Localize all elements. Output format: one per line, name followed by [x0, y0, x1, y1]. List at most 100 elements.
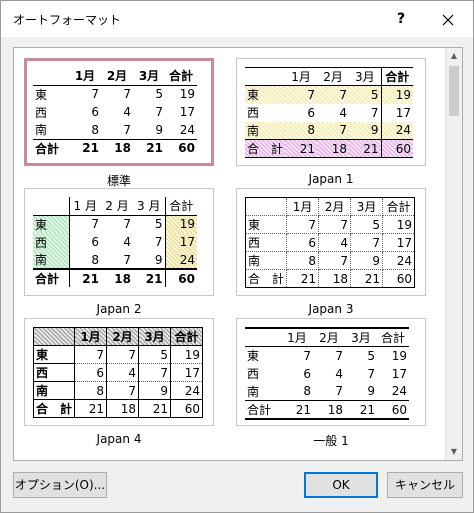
preview-row: 合計 21 18 21 60 [245, 400, 409, 420]
preview-cell: 24 [380, 121, 414, 140]
preview-cell: 南 [33, 251, 70, 269]
preview-cell: 21 [133, 268, 165, 287]
preview-cell: 18 [101, 138, 133, 157]
preview-cell: 19 [380, 85, 414, 104]
format-tile[interactable]: 1月 2月 3月 合計東 7 7 5 19 西 6 4 7 17 南 8 7 9 24 合 計 21 18 21 60 [24, 318, 214, 426]
gallery-scrollbar[interactable]: ▲ ▼ [445, 48, 462, 460]
preview-cell: 7 [318, 215, 352, 234]
preview-cell: 7 [138, 363, 172, 382]
preview-cell: 9 [349, 121, 382, 140]
preview-cell: 7 [154, 235, 163, 249]
preview-cell [33, 67, 69, 86]
format-gallery[interactable]: 1月 2月 3月 合計東 7 7 5 19 西 6 4 7 17 南 8 7 9 24 合計 21 18 21 60 標準 1月… [13, 47, 463, 461]
scroll-down-icon[interactable]: ▼ [446, 444, 462, 460]
ok-button[interactable]: OK [304, 472, 378, 498]
preview-cell: 21 [285, 139, 318, 158]
preview-cell: 19 [164, 215, 197, 233]
preview-cell: 7 [350, 233, 384, 252]
preview-row: 西 6 4 7 17 [33, 103, 197, 121]
cancel-button[interactable]: キャンセル [387, 472, 463, 498]
help-button[interactable]: ? [381, 1, 421, 37]
format-tile[interactable]: 1月 2月 3月 合計東 7 7 5 19 西 6 4 7 17 南 8 7 9 24 合 計 21 18 21 60 [236, 188, 426, 296]
preview-cell: 7 [286, 215, 320, 234]
preview-cell: 17 [391, 366, 407, 381]
format-name-label: Japan 3 [308, 302, 354, 316]
preview-cell: 24 [382, 251, 416, 270]
preview-cell: 東 [244, 215, 288, 234]
preview-cell: 1月 [285, 67, 318, 86]
preview-row: 合 計 21 18 21 60 [245, 139, 414, 158]
preview-row: 合計 21 18 21 60 [33, 268, 197, 287]
preview-cell [245, 67, 286, 86]
preview-row: 1月 2月 3月 合計 [245, 327, 409, 347]
preview-cell: 2月 [317, 67, 350, 86]
preview-cell: 2月 [101, 67, 133, 86]
preview-cell: 6 [91, 105, 99, 119]
preview-cell: 18 [106, 399, 140, 418]
preview-row: 南 8 7 9 24 [33, 251, 197, 269]
preview-row: 東 7 7 5 19 [32, 345, 204, 364]
preview-cell: 24 [179, 122, 195, 137]
preview-cell: 3月 [345, 327, 377, 347]
preview-cell: 7 [91, 217, 99, 232]
preview-cell: 7 [91, 87, 99, 102]
preview-row: 合 計 21 18 21 60 [244, 269, 416, 288]
preview-cell: 24 [391, 384, 407, 399]
preview-cell: 60 [164, 268, 197, 287]
preview-cell: 4 [123, 235, 131, 249]
preview-cell: 21 [349, 139, 382, 158]
preview-cell: 合計 [33, 268, 70, 287]
preview-cell: 7 [317, 85, 350, 104]
preview-cell [32, 327, 76, 346]
preview-cell: 5 [350, 215, 384, 234]
preview-cell: 西 [33, 233, 70, 251]
preview-row: 南 8 7 9 24 [245, 121, 414, 140]
preview-row: 西 6 4 7 17 [245, 365, 409, 383]
preview-cell: 7 [123, 217, 131, 232]
preview-cell: 8 [286, 251, 320, 270]
preview-cell: 5 [155, 87, 163, 102]
preview-cell: 60 [377, 400, 409, 420]
format-tile[interactable]: 1月 2月 3月 合計東 7 7 5 19 西 6 4 7 17 南 8 7 9 24 合計 21 18 21 60 [236, 318, 426, 426]
dialog-title: オートフォーマット [13, 13, 122, 27]
preview-cell: 18 [318, 269, 352, 288]
preview-cell: 1 月 [69, 197, 101, 216]
preview-row: 合計 21 18 21 60 [33, 138, 197, 157]
preview-cell: 3月 [138, 327, 172, 346]
preview-row: 東 7 7 5 19 [245, 347, 409, 365]
preview-cell: 17 [380, 103, 414, 122]
options-button[interactable]: オプション(O)... [13, 472, 107, 498]
preview-cell: 17 [170, 363, 204, 382]
autoformat-dialog: オートフォーマット ? 1月 2月 3月 合計東 7 7 5 19 西 6 4 7 17 南 8 7 9 24 合計… [0, 0, 474, 513]
preview-cell: 17 [382, 233, 416, 252]
format-tile[interactable]: 1 月2 月3 月合計東 7 7 5 19 西 6 4 7 17 南 8 7 9 24 合計 21 18 21 60 [24, 188, 214, 296]
scroll-thumb[interactable] [449, 66, 459, 116]
preview-cell: 合計 [164, 197, 197, 216]
format-tile[interactable]: 1月 2月 3月 合計東 7 7 5 19 西 6 4 7 17 南 8 7 9 24 合 計 21 18 21 60 [236, 58, 426, 166]
preview-cell: 南 [245, 121, 286, 140]
preview-cell: 21 [74, 399, 108, 418]
preview-cell: 19 [391, 348, 407, 363]
preview-cell: 21 [345, 400, 377, 420]
scroll-up-icon[interactable]: ▲ [446, 48, 462, 64]
preview-cell: 21 [69, 268, 101, 287]
preview-cell: 1月 [69, 67, 101, 86]
close-button[interactable] [425, 1, 471, 37]
title-bar: オートフォーマット ? [1, 1, 473, 37]
preview-cell: 17 [179, 105, 195, 119]
preview-cell: 60 [380, 139, 414, 158]
preview-cell: 合 計 [244, 269, 288, 288]
preview-cell: 西 [247, 106, 260, 120]
preview-row: 南 8 7 9 24 [33, 121, 197, 139]
format-name-label: Japan 1 [308, 172, 354, 186]
preview-cell: 東 [247, 349, 260, 364]
preview-cell: 21 [286, 269, 320, 288]
preview-cell: 8 [91, 252, 99, 267]
preview-cell: 2月 [318, 197, 352, 216]
preview-cell: 7 [285, 85, 318, 104]
preview-row: 西 6 4 7 17 [32, 363, 204, 382]
format-tile[interactable]: 1月 2月 3月 合計東 7 7 5 19 西 6 4 7 17 南 8 7 9 24 合計 21 18 21 60 [24, 58, 214, 166]
preview-cell: 南 [244, 251, 288, 270]
preview-cell: 西 [35, 105, 48, 120]
preview-row: 東 7 7 5 19 [33, 85, 197, 103]
